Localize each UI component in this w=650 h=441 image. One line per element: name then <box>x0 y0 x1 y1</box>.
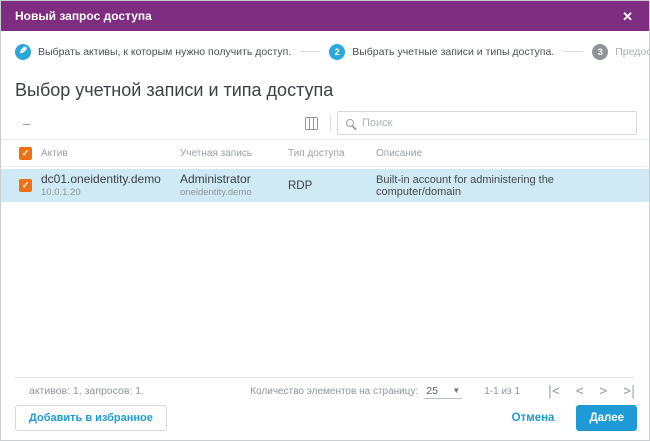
accounts-table: ✓ Актив Учетная запись Тип доступа Описа… <box>1 139 649 202</box>
table-toolbar: – <box>1 111 649 139</box>
asset-ip: 10.0.1.20 <box>41 187 174 198</box>
search-box <box>337 111 637 135</box>
previous-page-icon[interactable]: < <box>576 384 582 399</box>
table-header-row: ✓ Актив Учетная запись Тип доступа Описа… <box>1 139 649 167</box>
page-size-select[interactable]: 25 ▼ <box>424 384 462 399</box>
page-title: Выбор учетной записи и типа доступа <box>1 72 649 111</box>
cancel-button[interactable]: Отмена <box>512 412 555 424</box>
close-icon[interactable]: ✕ <box>622 10 633 23</box>
footer-bar: активов: 1, запросов: 1. Количество элем… <box>1 381 649 401</box>
search-icon <box>346 119 354 127</box>
column-header-access-type[interactable]: Тип доступа <box>288 148 376 159</box>
pencil-icon: ✎ <box>15 44 31 60</box>
selection-summary: активов: 1, запросов: 1. <box>29 385 144 397</box>
step-2-select-accounts: 2 Выбрать учетные записи и типы доступа. <box>329 44 554 60</box>
page-size-value: 25 <box>426 385 438 397</box>
account-name: Administrator <box>180 173 282 187</box>
step-1-label: Выбрать активы, к которым нужно получить… <box>38 46 291 58</box>
column-header-account[interactable]: Учетная запись <box>180 148 288 159</box>
access-type: RDP <box>288 180 370 192</box>
step-2-label: Выбрать учетные записи и типы доступа. <box>352 46 554 58</box>
account-domain: oneidentity.demo <box>180 187 282 198</box>
column-picker-icon[interactable] <box>299 117 324 130</box>
pagination-controls: |< < > >| <box>546 384 635 399</box>
step-3-request-details: 3 Предоставить сведения о запросе. <box>592 44 650 60</box>
row-checkbox[interactable]: ✓ <box>19 179 32 192</box>
page-size-label: Количество элементов на страницу: <box>250 386 418 397</box>
next-page-icon[interactable]: > <box>600 384 606 399</box>
dialog-title: Новый запрос доступа <box>15 9 152 23</box>
column-header-asset[interactable]: Актив <box>41 148 180 159</box>
dialog-titlebar: Новый запрос доступа ✕ <box>1 1 649 31</box>
step-3-label: Предоставить сведения о запросе. <box>615 46 650 58</box>
first-page-icon[interactable]: |< <box>546 384 558 399</box>
next-button[interactable]: Далее <box>576 405 637 431</box>
asset-name: dc01.oneidentity.demo <box>41 173 174 187</box>
step-2-number-badge: 2 <box>329 44 345 60</box>
add-to-favorites-button[interactable]: Добавить в избранное <box>15 405 167 431</box>
dialog-actions: Добавить в избранное Отмена Далее <box>1 403 649 433</box>
search-input[interactable] <box>362 117 628 129</box>
page-range-label: 1-1 из 1 <box>484 386 520 397</box>
table-row[interactable]: ✓ dc01.oneidentity.demo 10.0.1.20 Admini… <box>1 169 649 202</box>
step-connector <box>300 51 320 52</box>
toolbar-divider <box>330 115 331 131</box>
step-3-number-badge: 3 <box>592 44 608 60</box>
last-page-icon[interactable]: >| <box>623 384 635 399</box>
wizard-steps: ✎ Выбрать активы, к которым нужно получи… <box>1 31 649 72</box>
account-description: Built-in account for administering the c… <box>376 174 639 198</box>
select-all-checkbox[interactable]: ✓ <box>19 147 32 160</box>
chevron-down-icon: ▼ <box>452 386 460 395</box>
step-1-select-assets[interactable]: ✎ Выбрать активы, к которым нужно получи… <box>15 44 291 60</box>
collapse-selection-button[interactable]: – <box>19 117 34 130</box>
footer-divider <box>15 377 635 378</box>
step-connector <box>563 51 583 52</box>
column-header-description[interactable]: Описание <box>376 148 649 159</box>
